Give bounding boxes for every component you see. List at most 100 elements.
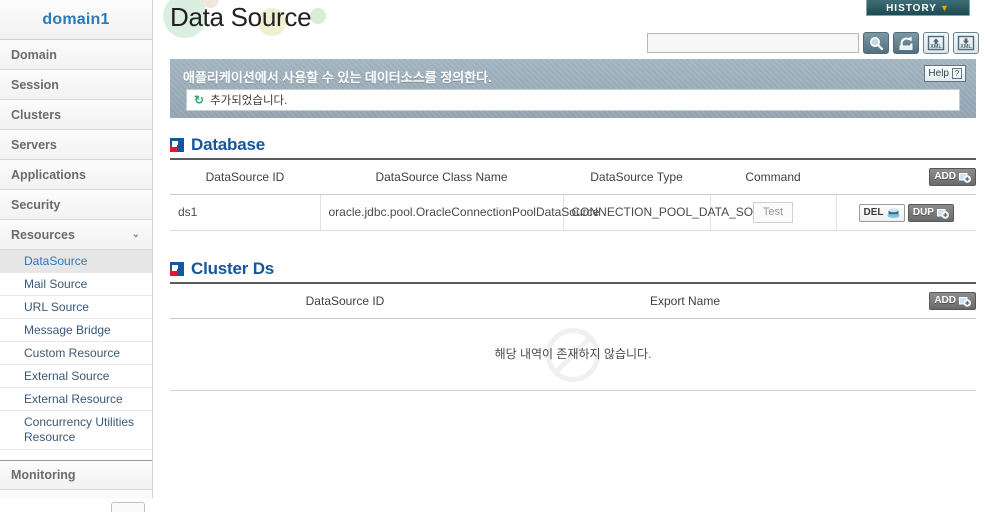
refresh-icon <box>899 36 913 50</box>
sidebar-item-label: Servers <box>11 138 57 152</box>
svg-text:XML: XML <box>960 44 972 50</box>
cluster-ds-section-header: Cluster Ds <box>170 256 976 282</box>
add-icon <box>959 297 971 307</box>
del-label: DEL <box>863 206 884 218</box>
database-section: Database DataSource ID DataSource Class … <box>170 132 976 231</box>
sidebar-item-clusters[interactable]: Clusters <box>0 100 152 130</box>
search-input[interactable] <box>647 33 859 53</box>
sidebar-item-monitoring[interactable]: Monitoring <box>0 461 152 490</box>
sidebar-item-label: Applications <box>11 168 87 182</box>
sidebar-item-external-source[interactable]: External Source <box>0 365 152 388</box>
test-button[interactable]: Test <box>752 202 794 223</box>
table-header-row: DataSource ID DataSource Class Name Data… <box>170 158 976 195</box>
column-header-command: Command <box>710 158 836 195</box>
empty-state-cell: 해당 내역이 존재하지 않습니다. <box>170 318 976 391</box>
svg-text:XML: XML <box>930 44 942 50</box>
main-content: Data Source HISTORY ▼ XML XML 애플리케이션에서 사… <box>153 0 985 512</box>
column-header-datasource-type: DataSource Type <box>563 158 710 195</box>
help-button[interactable]: Help ? <box>924 65 966 82</box>
section-marker-icon <box>170 138 184 152</box>
status-message-text: 추가되었습니다. <box>210 95 288 107</box>
column-header-class-name: DataSource Class Name <box>320 158 563 195</box>
history-button[interactable]: HISTORY ▼ <box>866 0 970 16</box>
table-row[interactable]: ds1 oracle.jdbc.pool.OracleConnectionPoo… <box>170 194 976 231</box>
sidebar-item-resources[interactable]: Resources ⌄ <box>0 220 152 250</box>
column-header-datasource-id: DataSource ID <box>170 282 520 319</box>
chevron-down-icon: ⌄ <box>131 229 140 240</box>
sidebar-item-session[interactable]: Session <box>0 70 152 100</box>
sidebar-nav-top: Domain Session Clusters Servers Applicat… <box>0 40 152 250</box>
sidebar-subitem-label: Custom Resource <box>24 346 121 360</box>
refresh-status-icon: ↻ <box>194 93 205 107</box>
page-title: Data Source <box>170 2 312 32</box>
decorative-circle-mint <box>310 8 326 24</box>
add-icon <box>959 173 971 183</box>
section-marker-icon <box>170 262 184 276</box>
empty-state-message: 해당 내역이 존재하지 않습니다. <box>494 347 652 361</box>
sidebar-item-custom-resource[interactable]: Custom Resource <box>0 342 152 365</box>
sidebar-subitem-label: External Source <box>24 369 110 383</box>
help-label: Help <box>928 68 949 79</box>
delete-button[interactable]: DEL <box>858 203 905 222</box>
xml-import-icon: XML <box>927 35 945 50</box>
database-table: DataSource ID DataSource Class Name Data… <box>170 158 976 231</box>
search-icon <box>870 37 884 51</box>
sidebar-item-label: Monitoring <box>11 468 76 482</box>
sidebar-subitem-label: URL Source <box>24 300 89 314</box>
sidebar-item-datasource[interactable]: DataSource <box>0 250 152 273</box>
page-header: Data Source HISTORY ▼ XML XML <box>153 0 985 60</box>
database-add-button[interactable]: ADD <box>929 168 976 186</box>
cluster-ds-section: Cluster Ds DataSource ID Export Name ADD <box>170 256 976 391</box>
refresh-button[interactable] <box>893 32 919 54</box>
sidebar-item-applications[interactable]: Applications <box>0 160 152 190</box>
search-button[interactable] <box>863 32 889 54</box>
column-header-export-name: Export Name <box>520 282 850 319</box>
add-label: ADD <box>934 171 956 182</box>
sidebar-item-label: Session <box>11 78 59 92</box>
database-section-header: Database <box>170 132 976 158</box>
sidebar-subitem-label: Concurrency Utilities Resource <box>24 415 135 444</box>
xml-import-button[interactable]: XML <box>923 32 949 54</box>
empty-state-row: 해당 내역이 존재하지 않습니다. <box>170 318 976 391</box>
sidebar-subitem-label: DataSource <box>24 254 88 268</box>
database-section-title: Database <box>191 135 265 154</box>
question-mark-icon: ? <box>952 68 962 79</box>
sidebar-item-servers[interactable]: Servers <box>0 130 152 160</box>
dup-label: DUP <box>912 206 934 218</box>
page-description: 애플리케이션에서 사용할 수 있는 데이터소스를 정의한다. <box>183 70 492 85</box>
xml-export-icon: XML <box>957 35 975 50</box>
sidebar-item-label: Resources <box>11 228 75 242</box>
sidebar-item-label: Security <box>11 198 61 212</box>
duplicate-icon <box>936 208 949 219</box>
duplicate-button[interactable]: DUP <box>907 203 954 222</box>
sidebar-item-label: Clusters <box>11 108 62 122</box>
cell-datasource-type: CONNECTION_POOL_DATA_SOURCE <box>563 194 787 231</box>
sidebar-item-security[interactable]: Security <box>0 190 152 220</box>
history-label: HISTORY <box>886 3 937 14</box>
chevron-down-icon: ▼ <box>939 3 950 13</box>
domain-title: domain1 <box>0 0 152 40</box>
sidebar-item-message-bridge[interactable]: Message Bridge <box>0 319 152 342</box>
cluster-ds-section-title: Cluster Ds <box>191 259 275 278</box>
column-header-actions: ADD <box>850 282 976 319</box>
delete-icon <box>887 207 900 218</box>
cell-actions: DEL DUP <box>836 194 976 231</box>
add-label: ADD <box>934 295 956 306</box>
sidebar-subitem-label: Message Bridge <box>24 323 111 337</box>
toolbar: XML XML <box>647 32 979 54</box>
xml-export-button[interactable]: XML <box>953 32 979 54</box>
sidebar-item-external-resource[interactable]: External Resource <box>0 388 152 411</box>
sidebar-item-url-source[interactable]: URL Source <box>0 296 152 319</box>
cluster-ds-add-button[interactable]: ADD <box>929 292 976 310</box>
sidebar-item-label: Domain <box>11 48 57 62</box>
application-window: domain1 Domain Session Clusters Servers … <box>0 0 985 512</box>
sidebar-item-domain[interactable]: Domain <box>0 40 152 70</box>
sidebar-subitem-label: Mail Source <box>24 277 88 291</box>
sidebar-clipped-field[interactable] <box>111 502 145 512</box>
sidebar-item-mail-source[interactable]: Mail Source <box>0 273 152 296</box>
sidebar-subitem-label: External Resource <box>24 392 123 406</box>
info-band: 애플리케이션에서 사용할 수 있는 데이터소스를 정의한다. Help ? ↻ … <box>170 59 976 118</box>
column-header-datasource-id: DataSource ID <box>170 158 320 195</box>
status-message: ↻ 추가되었습니다. <box>186 89 960 111</box>
sidebar-item-concurrency-utilities-resource[interactable]: Concurrency Utilities Resource <box>0 411 152 450</box>
